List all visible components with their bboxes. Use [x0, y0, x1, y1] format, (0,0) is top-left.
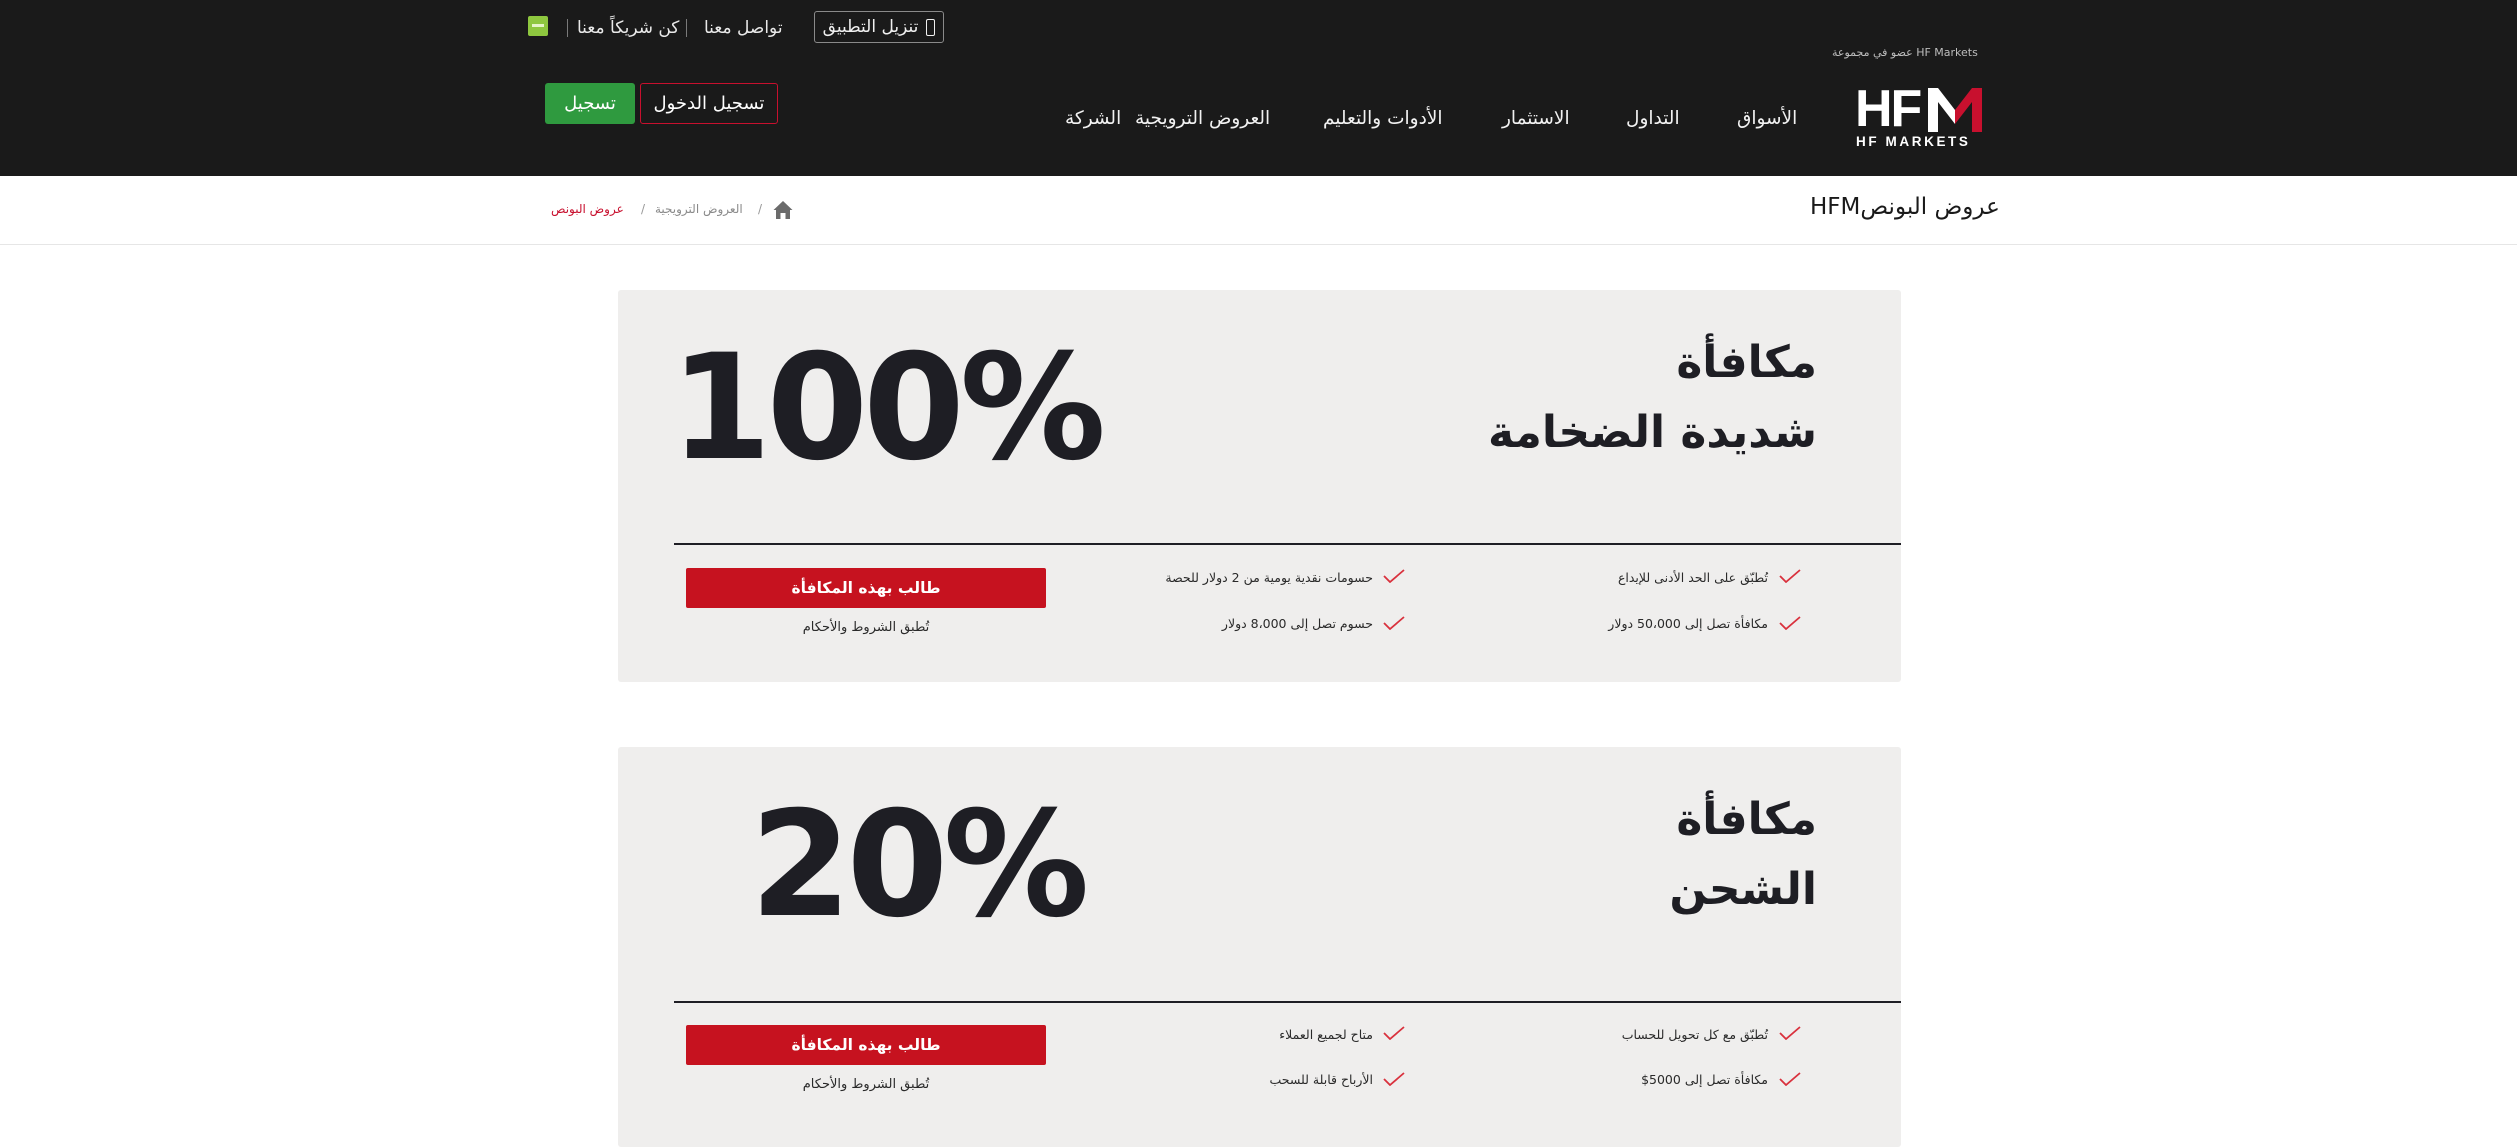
check-icon [1779, 569, 1801, 583]
promo-feature: تُطبّق مع كل تحويل للحساب [1621, 1027, 1768, 1042]
member-of-group-text: عضو في مجموعة HF Markets [1832, 46, 1978, 59]
page-title: عروض البونصHFM [1810, 194, 2000, 220]
promo-feature: متاح لجميع العملاء [1279, 1027, 1373, 1042]
breadcrumb-bar [0, 176, 2517, 245]
breadcrumb-separator: / [641, 202, 646, 216]
download-app-label: تنزيل التطبيق [822, 17, 919, 37]
claim-bonus-button[interactable]: طالب بهذه المكافأة [686, 1025, 1046, 1065]
nav-trading[interactable]: التداول [1626, 107, 1680, 131]
check-icon [1383, 616, 1405, 630]
breadcrumb-promotions[interactable]: العروض الترويجية [655, 202, 743, 216]
promo-feature: مكافأة تصل إلى 5000$ [1641, 1072, 1768, 1087]
topbar-separator [686, 19, 687, 37]
check-icon [1383, 569, 1405, 583]
breadcrumb-separator: / [758, 202, 763, 216]
claim-bonus-button[interactable]: طالب بهذه المكافأة [686, 568, 1046, 608]
register-button[interactable]: تسجيل [545, 83, 635, 124]
promo-title-line1: مكافأة [1676, 337, 1817, 388]
promo-title: مكافأة شديدة الضخامة [1488, 328, 1817, 468]
download-app-button[interactable]: تنزيل التطبيق [814, 11, 944, 43]
promo-card-recharge-bonus: مكافأة الشحن 20% تُطبّق مع كل تحويل للحس… [618, 747, 1901, 1147]
terms-link[interactable]: تُطبق الشروط والأحكام [686, 620, 1046, 635]
check-icon [1383, 1072, 1405, 1086]
promo-title: مكافأة الشحن [1669, 785, 1817, 925]
partner-link[interactable]: كن شريكاً معنا [577, 18, 679, 38]
nav-tools-education[interactable]: الأدوات والتعليم [1323, 107, 1443, 131]
nav-investing[interactable]: الاستثمار [1502, 107, 1570, 131]
check-icon [1779, 1026, 1801, 1040]
phone-icon [926, 18, 936, 36]
nav-promotions[interactable]: العروض الترويجية [1135, 107, 1270, 131]
hfm-logo[interactable]: HF HF MARKETS [1855, 82, 1985, 149]
promo-divider [674, 543, 1901, 545]
logo-subtitle: HF MARKETS [1856, 134, 1971, 149]
logo-m-mark [1928, 88, 1982, 132]
language-flag-icon[interactable] [528, 16, 548, 36]
promo-divider [674, 1001, 1901, 1003]
promo-title-line1: مكافأة [1676, 794, 1817, 845]
promo-feature: حسوم تصل إلى 8،000 دولار [1221, 616, 1373, 631]
promo-title-line2: شديدة الضخامة [1487, 407, 1817, 458]
site-header: تنزيل التطبيق تواصل معنا كن شريكاً معنا … [0, 0, 2517, 176]
check-icon [1779, 1072, 1801, 1086]
promo-percent: 20% [750, 780, 1089, 950]
promo-feature: مكافأة تصل إلى 50،000 دولار [1608, 616, 1768, 631]
nav-company[interactable]: الشركة [1065, 107, 1121, 131]
login-button[interactable]: تسجيل الدخول [640, 83, 778, 124]
breadcrumb-current: عروض البونص [551, 202, 624, 216]
promo-title-line2: الشحن [1669, 864, 1817, 915]
promo-feature: تُطبّق على الحد الأدنى للإيداع [1617, 570, 1768, 585]
nav-markets[interactable]: الأسواق [1737, 107, 1797, 131]
topbar-separator [567, 19, 568, 37]
contact-link[interactable]: تواصل معنا [704, 18, 783, 38]
check-icon [1779, 616, 1801, 630]
promo-card-mega-bonus: مكافأة شديدة الضخامة 100% تُطبّق على الح… [618, 290, 1901, 682]
promo-feature: حسومات نقدية يومية من 2 دولار للحصة [1165, 570, 1373, 585]
logo-letters: HF [1855, 80, 1922, 138]
terms-link[interactable]: تُطبق الشروط والأحكام [686, 1077, 1046, 1092]
promo-percent: 100% [670, 323, 1106, 493]
check-icon [1383, 1026, 1405, 1040]
promo-feature: الأرباح قابلة للسحب [1269, 1072, 1374, 1087]
home-icon[interactable] [773, 200, 793, 220]
